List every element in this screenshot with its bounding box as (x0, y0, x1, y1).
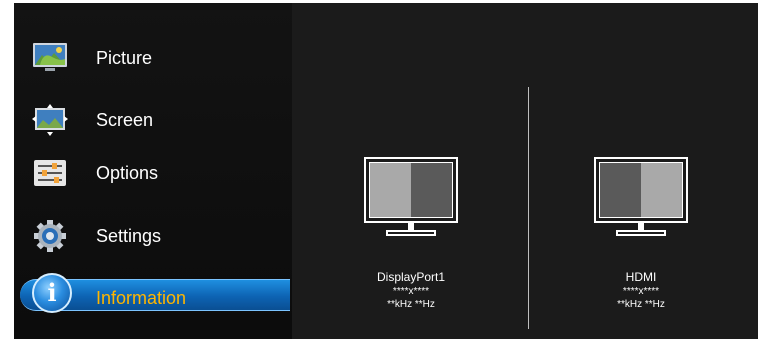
source-name: HDMI (625, 270, 657, 284)
divider (528, 87, 529, 329)
menu-item-label: Screen (96, 110, 154, 130)
monitor-icon (594, 157, 688, 245)
osd-menu: Picture Screen Options Settings i Inform… (14, 3, 758, 339)
source-resolution: ****x**** (622, 286, 660, 297)
source-info-displayport1: DisplayPort1 ****x**** **kHz **Hz (331, 270, 491, 311)
picture-icon (32, 41, 68, 75)
menu-item-picture[interactable]: Picture (14, 33, 292, 83)
menu-item-information[interactable]: Information (14, 273, 292, 323)
menu-item-settings[interactable]: Settings (14, 211, 292, 261)
menu-item-label: Picture (96, 48, 153, 68)
screen-icon (32, 103, 68, 137)
options-icon (32, 156, 68, 190)
menu-item-label: Information (96, 288, 187, 308)
menu-item-screen[interactable]: Screen (14, 95, 292, 145)
menu-item-options[interactable]: Options (14, 148, 292, 198)
source-info-hdmi: HDMI ****x**** **kHz **Hz (561, 270, 721, 311)
source-frequency: **kHz **Hz (617, 299, 665, 310)
settings-icon (32, 219, 68, 253)
source-frequency: **kHz **Hz (387, 299, 435, 310)
source-name: DisplayPort1 (376, 270, 446, 284)
monitor-icon (364, 157, 458, 245)
source-resolution: ****x**** (392, 286, 430, 297)
menu-item-label: Options (96, 163, 159, 183)
sidebar-menu: Picture Screen Options Settings i Inform… (14, 3, 292, 339)
information-panel: DisplayPort1 ****x**** **kHz **Hz HDMI *… (292, 3, 758, 339)
menu-item-label: Settings (96, 226, 162, 246)
